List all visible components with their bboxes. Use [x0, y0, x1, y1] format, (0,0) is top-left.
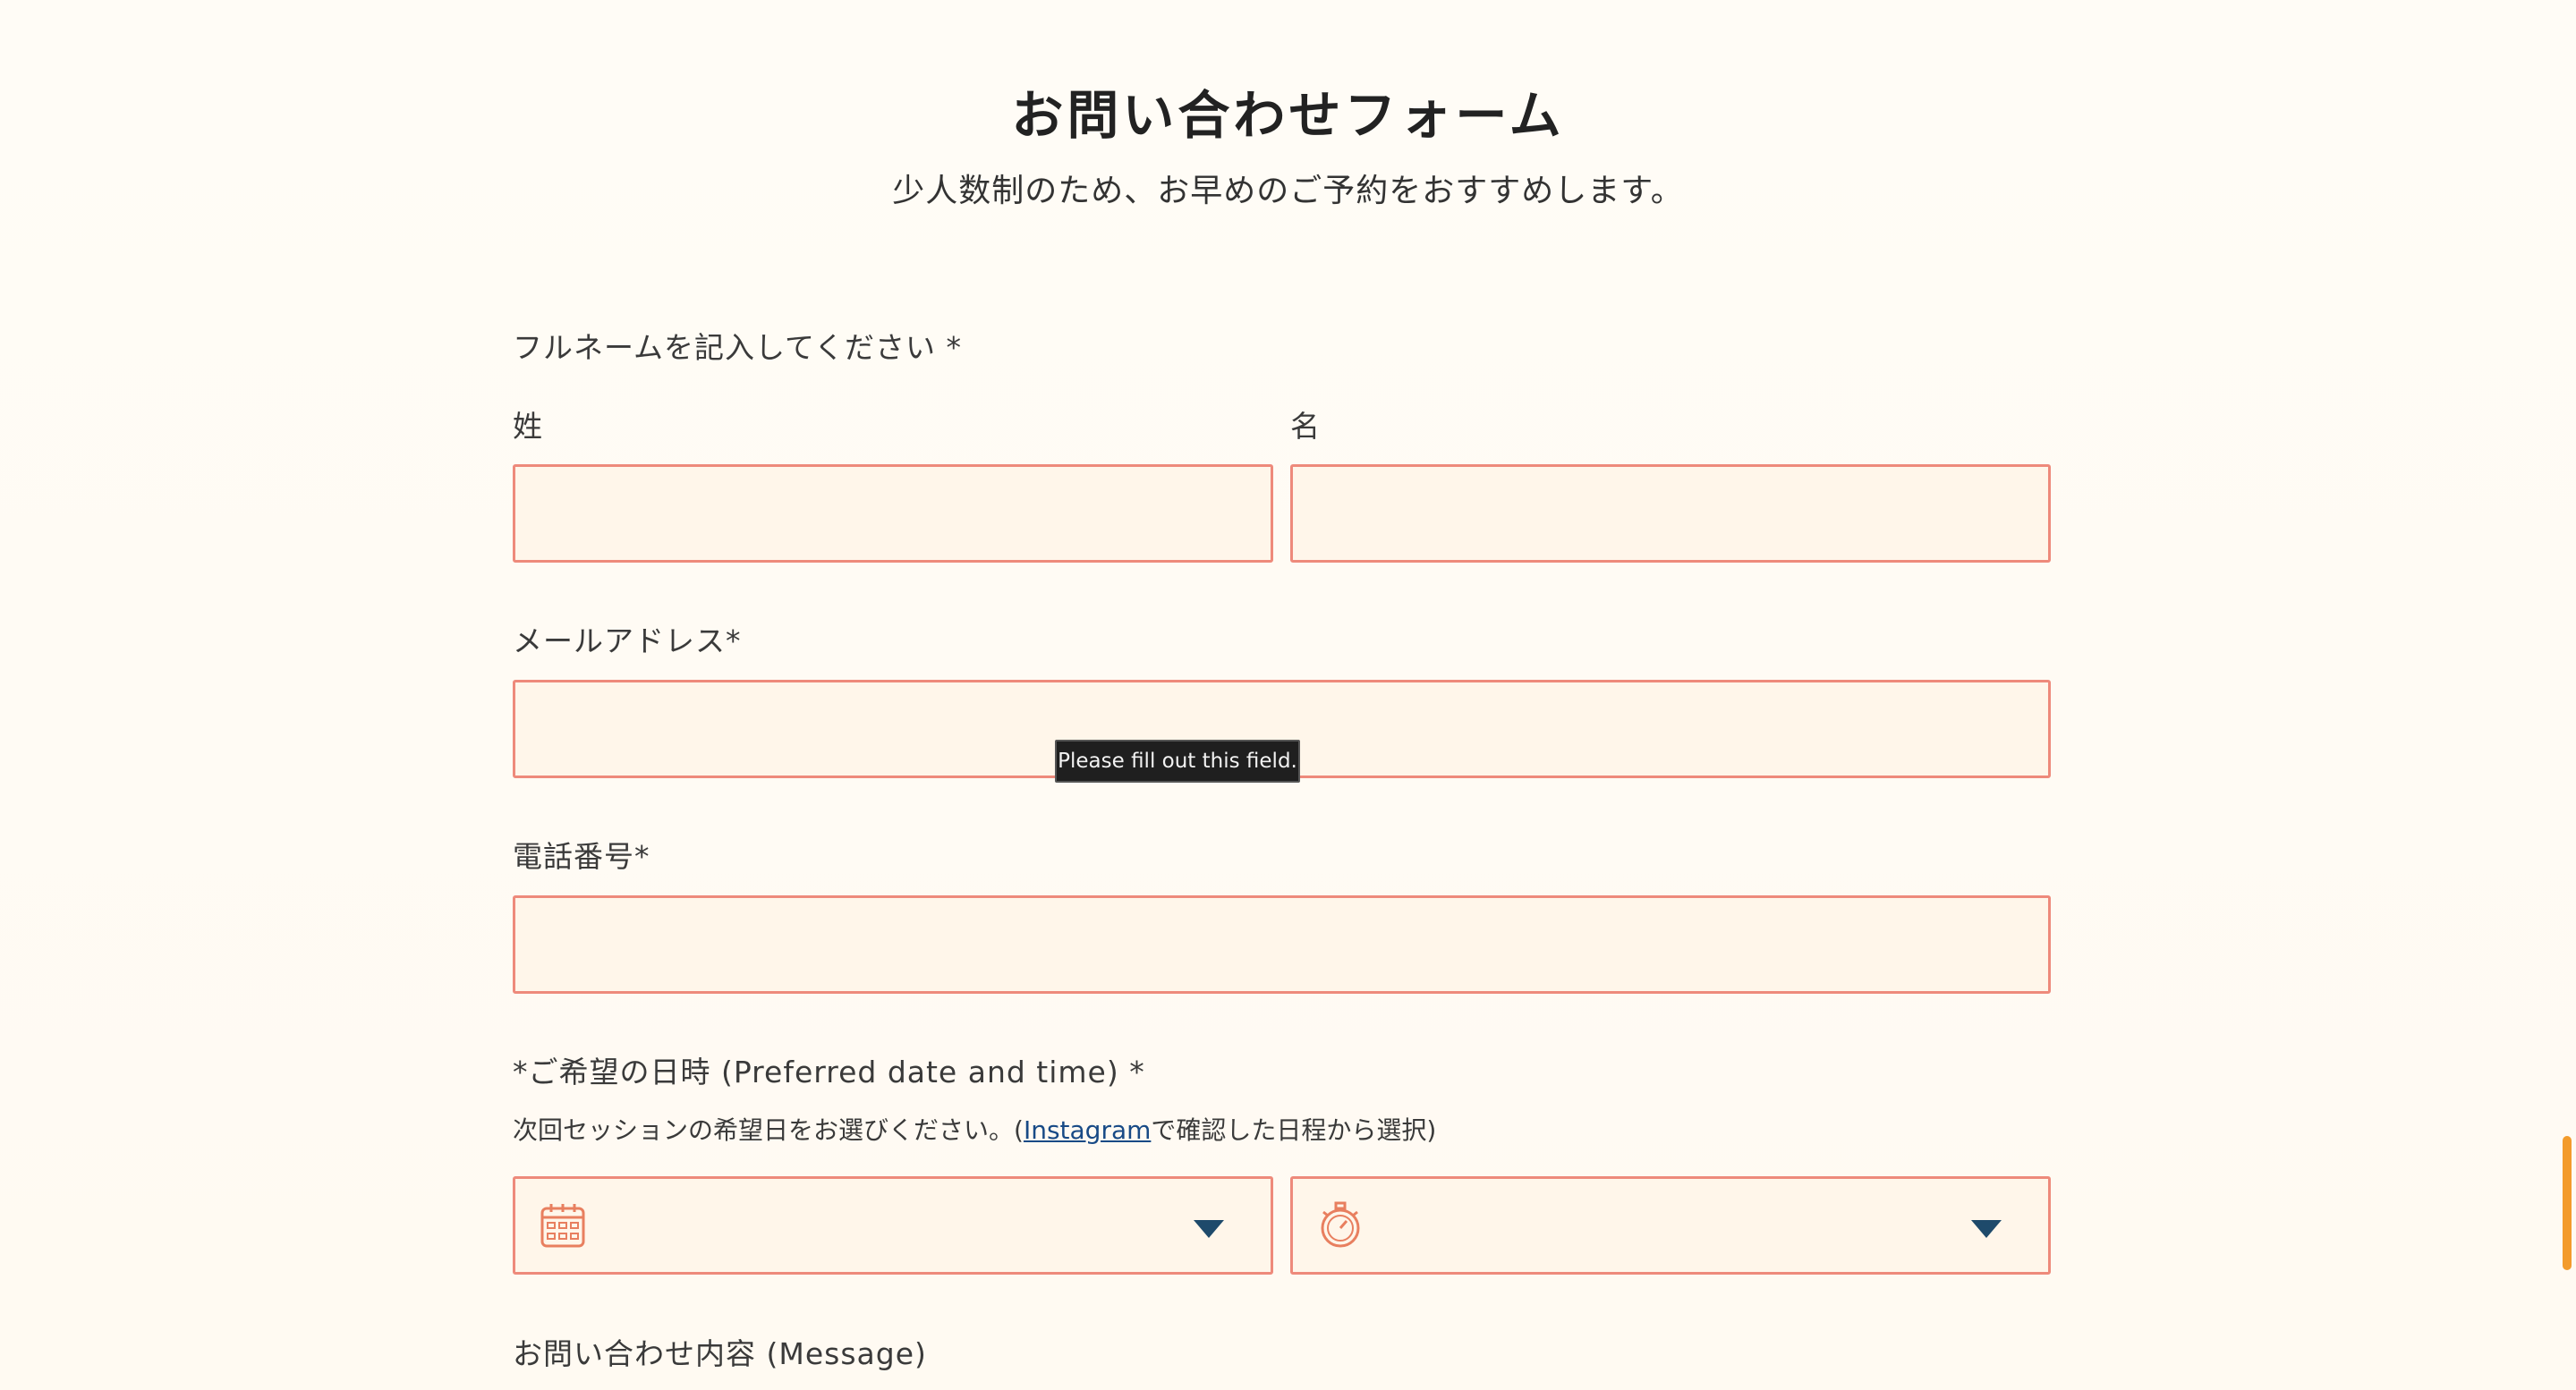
page-subtitle: 少人数制のため、お早めのご予約をおすすめします。	[892, 173, 1684, 209]
first-name-input[interactable]	[1293, 467, 2048, 560]
fullname-label: フルネームを記入してください *	[513, 330, 963, 365]
phone-field-wrapper	[513, 895, 2051, 994]
email-label: メールアドレス*	[513, 623, 742, 658]
chevron-down-icon	[1194, 1220, 1224, 1238]
datetime-help-text: 次回セッションの希望日をお選びください。(Instagramで確認した日程から選…	[513, 1111, 1436, 1147]
instagram-link[interactable]: Instagram	[1024, 1115, 1151, 1145]
date-select[interactable]	[513, 1176, 1273, 1275]
phone-input[interactable]	[515, 898, 2048, 991]
phone-label: 電話番号*	[513, 839, 650, 874]
datetime-label: *ご希望の日時 (Preferred date and time) *	[513, 1055, 1145, 1089]
last-name-label: 姓	[513, 409, 543, 444]
datetime-help-prefix: 次回セッションの希望日をお選びください。(	[513, 1115, 1024, 1145]
time-select[interactable]	[1290, 1176, 2051, 1275]
last-name-field-wrapper	[513, 464, 1273, 563]
calendar-icon	[540, 1204, 585, 1248]
contact-form-page: お問い合わせフォーム 少人数制のため、お早めのご予約をおすすめします。 フルネー…	[0, 0, 2576, 1390]
message-label: お問い合わせ内容 (Message)	[513, 1336, 927, 1371]
first-name-field-wrapper	[1290, 464, 2051, 563]
last-name-input[interactable]	[515, 467, 1271, 560]
page-scrollbar[interactable]	[2563, 1136, 2572, 1270]
page-title: お問い合わせフォーム	[1011, 85, 1565, 146]
first-name-label: 名	[1290, 409, 1321, 444]
datetime-help-suffix: で確認した日程から選択)	[1151, 1115, 1437, 1145]
stopwatch-icon	[1321, 1201, 1360, 1248]
chevron-down-icon	[1971, 1220, 2002, 1238]
validation-tooltip: Please fill out this field.	[1055, 740, 1300, 783]
